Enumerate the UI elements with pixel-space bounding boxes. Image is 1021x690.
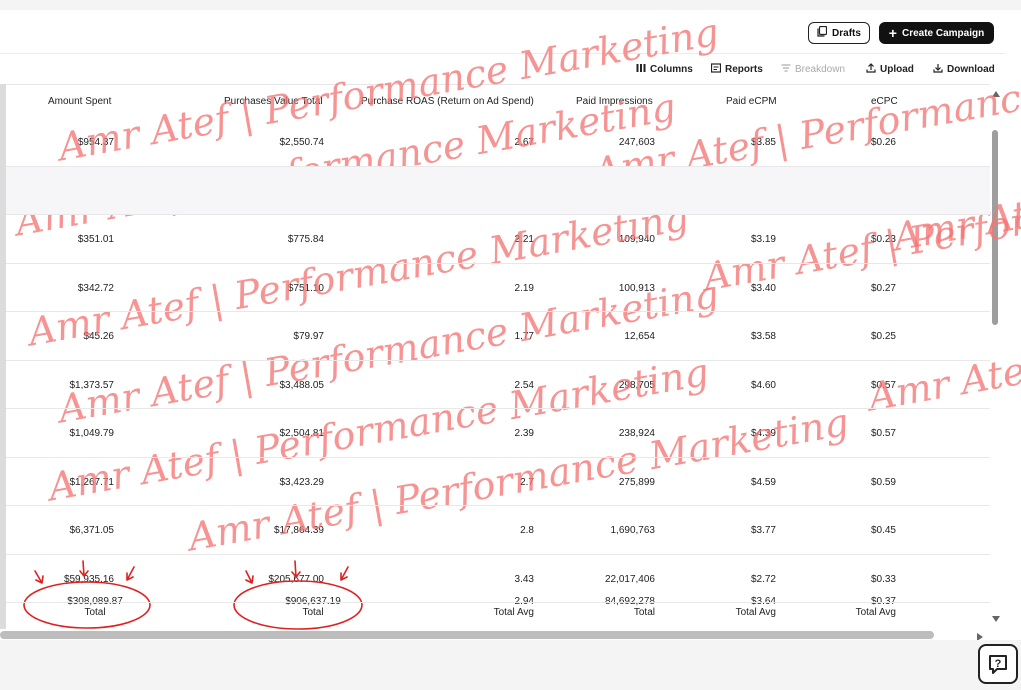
plus-icon: +	[888, 25, 897, 41]
help-button[interactable]: ?	[978, 644, 1018, 684]
column-header-paid-impressions[interactable]: Paid Impressions	[576, 96, 653, 107]
table-row[interactable]	[6, 264, 990, 312]
breakdown-button[interactable]: Breakdown	[781, 63, 845, 76]
total-amount-spent-label: Total	[84, 607, 106, 618]
horizontal-scrollbar-thumb[interactable]	[0, 631, 934, 639]
bottom-area	[0, 640, 1021, 690]
upload-icon	[866, 63, 876, 76]
column-header-roas[interactable]: Purchase ROAS (Return on Ad Spend)	[361, 96, 534, 107]
breakdown-icon	[781, 63, 791, 76]
total-ecpm-label: Total Avg	[735, 607, 776, 618]
create-campaign-label: Create Campaign	[901, 27, 985, 39]
table-row[interactable]	[6, 555, 990, 603]
table-row[interactable]	[6, 118, 990, 167]
total-impressions-label: Total	[633, 607, 655, 618]
table-row[interactable]	[6, 215, 990, 264]
table-row[interactable]	[6, 166, 990, 215]
column-header-amount-spent[interactable]: Amount Spent	[48, 96, 111, 107]
download-label: Download	[947, 64, 995, 75]
create-campaign-button[interactable]: + Create Campaign	[879, 22, 994, 44]
table-row[interactable]	[6, 458, 990, 506]
drafts-button[interactable]: Drafts	[808, 22, 870, 44]
reports-button[interactable]: Reports	[710, 63, 763, 76]
drafts-label: Drafts	[832, 27, 861, 39]
help-icon: ?	[989, 655, 1007, 674]
top-band	[0, 0, 1021, 10]
columns-icon	[636, 63, 646, 76]
upload-button[interactable]: Upload	[866, 63, 914, 76]
total-purchases-value-label: Total	[302, 607, 324, 618]
upload-label: Upload	[880, 64, 914, 75]
column-header-purchases-value[interactable]: Purchases Value Total	[224, 96, 323, 107]
table-row[interactable]	[6, 409, 990, 458]
toolbar	[0, 55, 1005, 85]
vertical-scrollbar-thumb[interactable]	[992, 130, 998, 325]
columns-label: Columns	[650, 64, 693, 75]
breakdown-label: Breakdown	[795, 64, 846, 75]
column-header-ecpc[interactable]: eCPC	[871, 96, 898, 107]
download-button[interactable]: Download	[933, 63, 995, 76]
columns-button[interactable]: Columns	[636, 63, 693, 76]
svg-text:?: ?	[995, 658, 1002, 670]
reports-label: Reports	[725, 64, 763, 75]
drafts-icon	[817, 25, 828, 40]
table-row[interactable]	[6, 506, 990, 555]
column-header-paid-ecpm[interactable]: Paid eCPM	[726, 96, 777, 107]
table-row[interactable]	[6, 312, 990, 361]
table-row[interactable]	[6, 361, 990, 409]
total-ecpc-label: Total Avg	[855, 607, 896, 618]
download-icon	[933, 63, 943, 76]
total-roas-label: Total Avg	[493, 607, 534, 618]
reports-icon	[710, 63, 722, 76]
